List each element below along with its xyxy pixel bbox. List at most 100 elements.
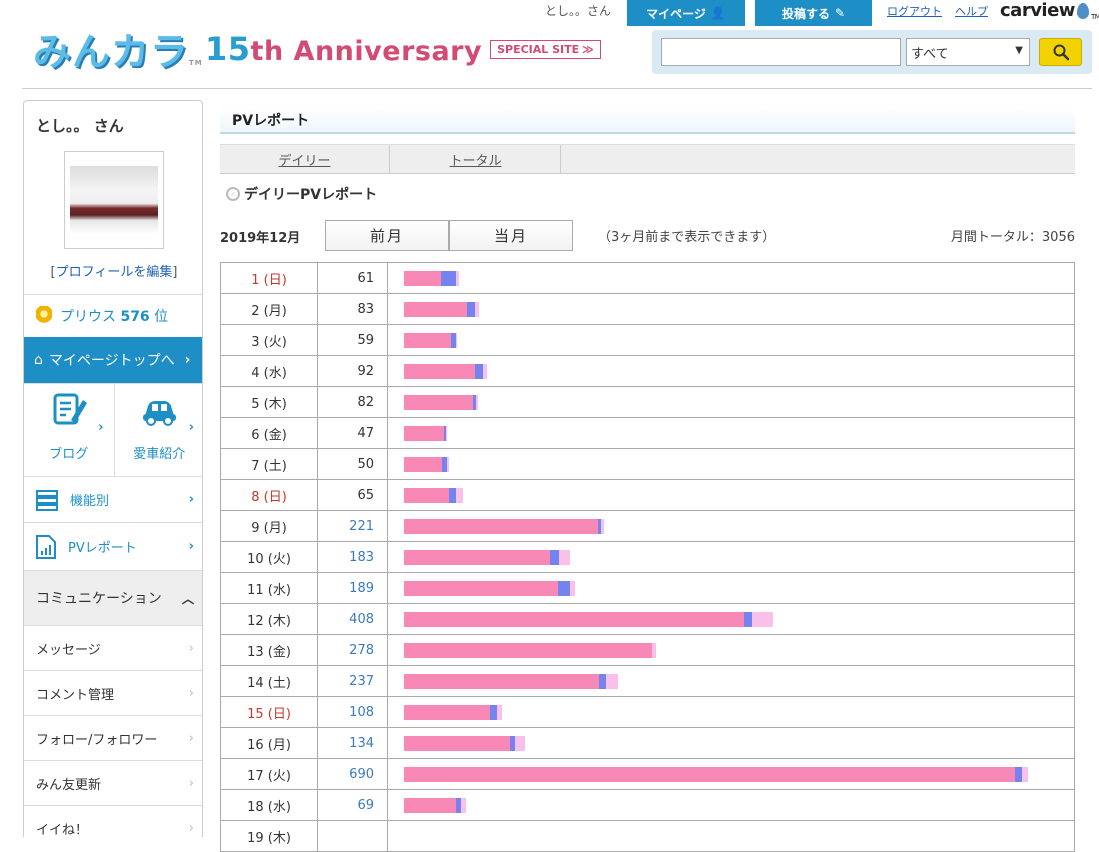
anniversary-number: 15 bbox=[205, 30, 251, 68]
tab-total[interactable]: トータル bbox=[391, 145, 561, 174]
sidebar-item-functions[interactable]: 機能別 › bbox=[24, 476, 202, 522]
pv-bar-segment bbox=[1014, 767, 1023, 782]
pv-bar-segment bbox=[404, 643, 652, 658]
chevron-right-icon: › bbox=[188, 820, 194, 836]
sidebar-item-follow[interactable]: フォロー/フォロワー › bbox=[24, 715, 202, 760]
sidebar-item-car-intro[interactable]: › 愛車紹介 bbox=[113, 384, 203, 476]
pv-bar-segment bbox=[467, 302, 476, 317]
day-label: 14 (土) bbox=[221, 666, 318, 696]
table-row: 4 (水) 92 bbox=[221, 356, 1074, 387]
day-label: 3 (火) bbox=[221, 325, 318, 355]
chevron-right-icon: › bbox=[188, 539, 194, 554]
pv-bar-segment bbox=[558, 550, 570, 565]
pv-bar-segment bbox=[404, 612, 745, 627]
car-icon bbox=[143, 401, 177, 426]
pv-bar-segment bbox=[445, 426, 447, 441]
current-month-button[interactable]: 当月 bbox=[449, 220, 573, 251]
day-label: 15 (日) bbox=[221, 697, 318, 727]
sidebar-item-friends-update[interactable]: みん友更新 › bbox=[24, 760, 202, 805]
pv-bar-segment bbox=[557, 581, 570, 596]
edit-profile-link[interactable]: プロフィールを編集 bbox=[56, 265, 173, 280]
minkara-logo[interactable]: みんカラTM bbox=[33, 32, 203, 83]
tab-daily[interactable]: デイリー bbox=[220, 145, 390, 174]
pv-count[interactable]: 237 bbox=[318, 666, 388, 696]
mypage-label: マイページ bbox=[646, 6, 706, 21]
pv-bar-segment bbox=[455, 488, 463, 503]
rank-number: 576 bbox=[120, 309, 150, 325]
pv-count[interactable]: 221 bbox=[318, 511, 388, 541]
chevron-right-icon: › bbox=[188, 492, 194, 507]
sidebar-item-likes[interactable]: イイね！ › bbox=[24, 805, 202, 837]
sidebar-item-mypage-top[interactable]: ⌂ マイページトップへ › bbox=[24, 337, 202, 383]
pv-bar bbox=[404, 395, 479, 410]
pv-bar-segment bbox=[404, 364, 475, 379]
table-row: 11 (水) 189 bbox=[221, 573, 1074, 604]
pv-bar-segment bbox=[404, 705, 490, 720]
pv-count[interactable]: 189 bbox=[318, 573, 388, 603]
pv-bar-segment bbox=[404, 674, 600, 689]
anniversary-label: th Anniversary bbox=[250, 36, 483, 67]
pv-count[interactable]: 69 bbox=[318, 790, 388, 820]
logout-link[interactable]: ログアウト bbox=[887, 3, 942, 19]
pv-count[interactable]: 408 bbox=[318, 604, 388, 634]
pv-count[interactable]: 690 bbox=[318, 759, 388, 789]
table-row: 9 (月) 221 bbox=[221, 511, 1074, 542]
anniversary-banner[interactable]: 15th Anniversary SPECIAL SITE ≫ bbox=[205, 30, 601, 68]
pv-bar-segment bbox=[752, 612, 774, 627]
pv-bar bbox=[404, 798, 467, 813]
sidebar-item-communication[interactable]: コミュニケーション ︿ bbox=[24, 570, 202, 625]
pv-bar-segment bbox=[515, 736, 526, 751]
day-label: 17 (火) bbox=[221, 759, 318, 789]
pv-count: 83 bbox=[318, 294, 388, 324]
sidebar-item-comments[interactable]: コメント管理 › bbox=[24, 670, 202, 715]
prev-month-button[interactable]: 前月 bbox=[325, 220, 449, 251]
pv-count[interactable]: 134 bbox=[318, 728, 388, 758]
section-heading: デイリーPVレポート bbox=[226, 184, 377, 204]
day-label: 9 (月) bbox=[221, 511, 318, 541]
drop-icon bbox=[1076, 2, 1089, 19]
table-row: 18 (水) 69 bbox=[221, 790, 1074, 821]
pv-bar-segment bbox=[601, 519, 604, 534]
carview-logo[interactable]: carview TM bbox=[1000, 0, 1099, 21]
pv-count: 50 bbox=[318, 449, 388, 479]
chevron-up-icon: ︿ bbox=[181, 591, 194, 606]
search-scope-select[interactable]: すべて ▼ bbox=[906, 38, 1030, 66]
pv-table: 1 (日) 61 2 (月) 83 3 (火) 59 4 (水) 92 5 (木) 82 6 (金)… bbox=[220, 262, 1075, 852]
pv-bar bbox=[404, 364, 488, 379]
special-site-link[interactable]: SPECIAL SITE ≫ bbox=[490, 39, 601, 59]
sidebar-item-blog[interactable]: › ブログ bbox=[24, 384, 114, 476]
search-button[interactable] bbox=[1039, 38, 1082, 66]
pv-bar-segment bbox=[497, 705, 502, 720]
search-area: すべて ▼ bbox=[652, 30, 1092, 74]
sidebar-rank[interactable]: プリウス 576 位 bbox=[24, 294, 202, 337]
sidebar-item-pv-report[interactable]: PVレポート › bbox=[24, 522, 202, 570]
sidebar-item-label: マイページトップへ bbox=[48, 353, 175, 369]
home-icon: ⌂ bbox=[34, 352, 43, 368]
pv-bar bbox=[404, 488, 463, 503]
table-row: 13 (金) 278 bbox=[221, 635, 1074, 666]
help-link[interactable]: ヘルプ bbox=[955, 3, 988, 19]
pv-bar-segment bbox=[404, 581, 558, 596]
pv-bar-segment bbox=[549, 550, 559, 565]
sidebar-item-label: フォロー/フォロワー bbox=[36, 732, 158, 748]
search-input[interactable] bbox=[661, 38, 901, 66]
page-title: PVレポート bbox=[220, 108, 1075, 134]
pv-count[interactable]: 278 bbox=[318, 635, 388, 665]
chevron-right-icon: › bbox=[188, 420, 194, 435]
post-label: 投稿する bbox=[781, 6, 830, 21]
sidebar-item-message[interactable]: メッセージ › bbox=[24, 625, 202, 670]
pv-count[interactable]: 183 bbox=[318, 542, 388, 572]
post-button[interactable]: 投稿する ✎ bbox=[755, 0, 872, 26]
day-label: 4 (水) bbox=[221, 356, 318, 386]
pv-bar bbox=[404, 736, 526, 751]
day-label: 11 (水) bbox=[221, 573, 318, 603]
sidebar-item-label: PVレポート bbox=[68, 541, 137, 556]
day-label: 7 (土) bbox=[221, 449, 318, 479]
pv-count[interactable]: 108 bbox=[318, 697, 388, 727]
avatar[interactable] bbox=[64, 151, 164, 249]
report-icon bbox=[36, 534, 56, 559]
pv-bar-segment bbox=[476, 395, 479, 410]
site-header: とし。。さん マイページ 👤 投稿する ✎ ログアウト ヘルプ carview … bbox=[0, 0, 1099, 90]
mypage-button[interactable]: マイページ 👤 bbox=[627, 0, 745, 26]
chevron-right-icon: › bbox=[188, 730, 194, 746]
